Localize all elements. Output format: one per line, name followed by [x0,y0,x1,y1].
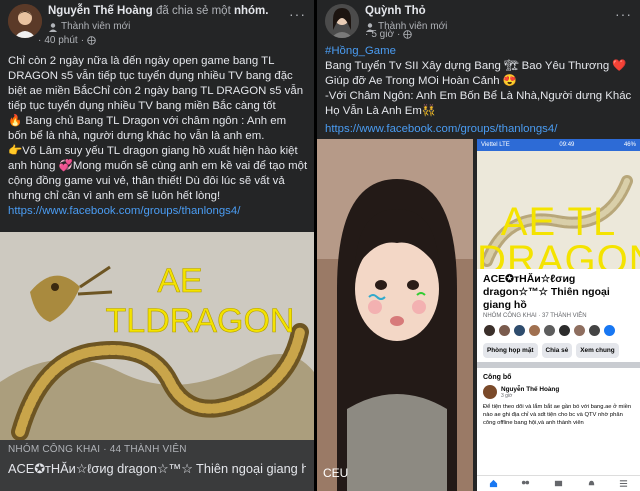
phone-group-name: ACE✪тHĂи☆ℓσиg dragon☆™☆ Thiên ngoại gian… [483,273,610,311]
globe-icon [87,36,96,45]
post-body: Chỉ còn 2 ngày nữa là đến ngày open game… [8,54,308,219]
author-avatar[interactable] [8,4,42,38]
more-options-icon[interactable]: ··· [615,6,632,22]
group-name[interactable]: ACE✪тHĂи☆ℓσиg dragon☆™☆ Thiên ngoại gian… [8,461,306,477]
author-action: đã chia sẻ một [155,5,231,17]
author-avatar[interactable] [325,4,359,38]
cover-text-line-2: DRAGON [477,238,640,269]
pinned-post-avatar[interactable] [483,385,497,399]
more-options-icon[interactable]: ··· [289,6,306,22]
meeting-room-button[interactable]: Phòng họp mặt [483,343,538,358]
post-paragraph-2: 🔥 Bang chủ Bang TL Dragon với châm ngôn … [8,115,287,142]
pinned-post-time: 3 giờ [501,392,513,399]
time-text[interactable]: 40 phút [44,35,77,46]
group-attachment-footer[interactable]: NHÓM CÔNG KHAI · 44 THÀNH VIÊN ACE✪тHĂи☆… [0,440,314,491]
time-dot: · [397,29,401,40]
author-line: Quỳnh Thỏ [365,5,426,17]
phone-clock: 09:49 [559,142,575,148]
shared-group-cover-image[interactable]: AE TLDRAGON [0,232,314,440]
hashtag-link[interactable]: #Hồng_Game [325,45,396,57]
post-body: #Hồng_Game Bang Tuyển Tv SII Xây dựng Ba… [325,44,634,137]
member-avatar[interactable] [588,324,601,337]
pinned-post-author[interactable]: Nguyễn Thế Hoàng [501,386,559,393]
post-header: Nguyễn Thế Hoàng đã chia sẻ một nhóm. Th… [0,0,314,52]
member-avatar[interactable] [498,324,511,337]
post-line-1: Bang Tuyển Tv SII Xây dựng Bang 🏗 Bao Yê… [325,60,627,87]
selfie-illustration: CEU [317,139,473,491]
time-dot: · [80,35,85,46]
post-paragraph-1: Chỉ còn 2 ngày nữa là đến ngày open game… [8,55,304,112]
author-name[interactable]: Nguyễn Thế Hoàng [48,5,153,17]
member-avatar[interactable] [543,324,556,337]
time-dot: · [38,35,42,46]
member-avatars [477,320,640,341]
cover-text-line-1: AE TL [500,200,617,244]
announcements-heading: Công bố [483,374,512,381]
photo-caption: CEU [323,466,348,480]
phone-action-buttons: Phòng họp mặt Chia sẻ Xem chung [477,341,640,362]
phone-screenshot[interactable]: Viettel LTE 09:49 46% AE TL DRAGON ACE✪т… [477,139,640,491]
group-link[interactable]: https://www.facebook.com/groups/thanlong… [8,205,240,217]
right-post: Quỳnh Thỏ Thành viên mới · 5 giờ · ··· #… [317,0,640,491]
post-paragraph-3: 👉Võ Lâm suy yếu TL dragon giang hồ xuất … [8,145,308,202]
watch-icon[interactable] [554,479,563,488]
menu-icon[interactable] [619,479,628,488]
groups-icon[interactable] [521,479,530,488]
share-button[interactable]: Chia sẻ [541,343,573,358]
member-avatar[interactable] [483,324,496,337]
member-avatar[interactable] [528,324,541,337]
member-label: Thành viên mới [61,21,131,32]
member-avatar[interactable] [573,324,586,337]
cover-title: AE TL DRAGON [477,200,640,269]
phone-group-cover: AE TL DRAGON [477,151,640,269]
pinned-post-text: Để tiện theo dõi và lắm bắt ae gần bó vớ… [483,404,632,426]
time-dot: · [365,29,369,40]
new-member-icon [49,22,57,32]
member-avatar[interactable] [513,324,526,337]
group-link[interactable]: https://www.facebook.com/groups/thanlong… [325,123,557,135]
pinned-post[interactable]: Nguyễn Thế Hoàng 3 giờ Để tiện theo dõi … [477,383,640,429]
image-text-ae: AE [157,262,202,300]
left-post: Nguyễn Thế Hoàng đã chia sẻ một nhóm. Th… [0,0,314,491]
member-badge: Thành viên mới [48,21,130,32]
dragon-illustration: AE TLDRAGON [0,232,314,440]
home-icon[interactable] [489,479,498,488]
watch-together-button[interactable]: Xem chung [576,343,619,358]
phone-battery: 46% [623,142,636,148]
author-name[interactable]: Quỳnh Thỏ [365,5,426,17]
group-meta: NHÓM CÔNG KHAI · 44 THÀNH VIÊN [8,444,187,455]
add-member-icon[interactable] [603,324,616,337]
post-time: · 40 phút · [38,35,96,46]
globe-icon [403,30,413,39]
time-text[interactable]: 5 giờ [371,29,394,40]
post-time: · 5 giờ · [365,29,413,40]
post-line-2: -Với Châm Ngôn: Anh Em Bốn Bể Là Nhà,Ngư… [325,90,632,117]
member-avatar[interactable] [558,324,571,337]
author-line: Nguyễn Thế Hoàng đã chia sẻ một nhóm. [48,5,268,17]
selfie-photo[interactable]: CEU [317,139,473,491]
pinned-post-header: Nguyễn Thế Hoàng 3 giờ [483,385,634,399]
phone-carrier: Viettel LTE [481,142,510,148]
shared-target[interactable]: nhóm. [234,5,269,17]
image-text-tldragon: TLDRAGON [106,302,295,340]
phone-status-bar: Viettel LTE 09:49 46% [477,139,640,151]
phone-navbar [477,475,640,491]
phone-group-meta: NHÓM CÔNG KHAI · 37 THÀNH VIÊN [483,313,587,319]
notifications-icon[interactable] [587,479,596,488]
